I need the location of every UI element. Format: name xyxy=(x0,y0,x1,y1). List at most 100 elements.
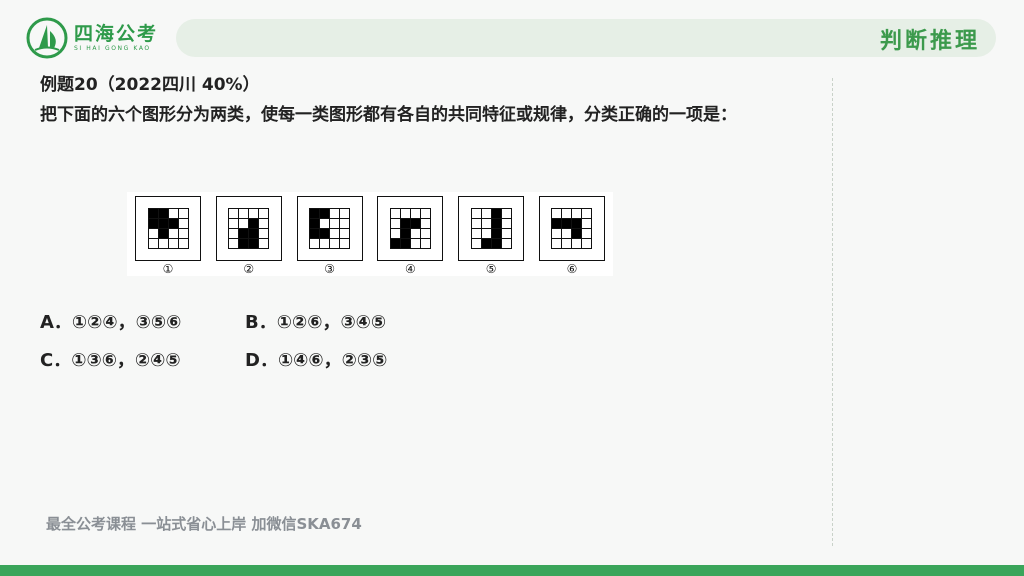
grid-cell-empty xyxy=(178,219,189,229)
figure-label: ⑤ xyxy=(485,262,497,276)
grid-cell-empty xyxy=(420,219,431,229)
grid-cell-empty xyxy=(552,209,563,219)
grid-cell-empty xyxy=(259,219,270,229)
grid-cell-empty xyxy=(229,219,240,229)
figure-4: ④ xyxy=(373,192,447,276)
grid-cell-empty xyxy=(330,209,341,219)
grid-cell-empty xyxy=(582,219,593,229)
grid-cell-empty xyxy=(229,229,240,239)
figure-3: ③ xyxy=(293,192,367,276)
grid-cell-empty xyxy=(168,229,179,239)
grid-cell-empty xyxy=(340,229,351,239)
grid-cell-empty xyxy=(178,209,189,219)
grid-cell-filled xyxy=(310,229,321,239)
grid-cell-empty xyxy=(249,209,260,219)
grid-cell-empty xyxy=(471,209,482,219)
figure-frame xyxy=(538,196,605,261)
grid-cell-empty xyxy=(168,209,179,219)
grid-cell-empty xyxy=(501,219,512,229)
header-bar: 判断推理 xyxy=(176,19,996,57)
grid-cell-filled xyxy=(410,219,421,229)
grid-cell-filled xyxy=(239,229,250,239)
grid-cell-empty xyxy=(239,209,250,219)
grid-cell-filled xyxy=(491,219,502,229)
grid-cell-empty xyxy=(310,239,321,249)
grid-cell-filled xyxy=(310,219,321,229)
grid-cell-empty xyxy=(259,229,270,239)
figure-grid xyxy=(147,208,189,249)
figure-label: ② xyxy=(243,262,255,276)
logo-title: 四海公考 xyxy=(74,23,159,45)
grid-cell-empty xyxy=(400,209,411,219)
grid-cell-empty xyxy=(552,229,563,239)
grid-cell-empty xyxy=(582,239,593,249)
brand-logo: 四海公考 SI HAI GONG KAO xyxy=(26,17,158,59)
grid-cell-empty xyxy=(158,239,169,249)
figure-frame xyxy=(215,196,282,261)
question-block: 例题20（2022四川 40%） 把下面的六个图形分为两类，使每一类图形都有各自… xyxy=(40,72,830,129)
grid-cell-empty xyxy=(582,209,593,219)
sail-logo-icon xyxy=(26,17,68,59)
grid-cell-filled xyxy=(390,239,401,249)
grid-cell-empty xyxy=(390,229,401,239)
grid-cell-filled xyxy=(249,239,260,249)
grid-cell-filled xyxy=(400,239,411,249)
grid-cell-empty xyxy=(562,229,573,239)
grid-cell-empty xyxy=(501,229,512,239)
grid-cell-empty xyxy=(178,239,189,249)
figure-5: ⑤ xyxy=(454,192,528,276)
option-c[interactable]: C．①③⑥，②④⑤ xyxy=(40,342,245,380)
grid-cell-filled xyxy=(148,219,159,229)
grid-cell-empty xyxy=(582,229,593,239)
figure-1: ① xyxy=(131,192,205,276)
grid-cell-empty xyxy=(501,239,512,249)
grid-cell-filled xyxy=(310,209,321,219)
grid-cell-empty xyxy=(168,239,179,249)
grid-cell-empty xyxy=(320,239,331,249)
figure-label: ⑥ xyxy=(566,262,578,276)
grid-cell-filled xyxy=(249,229,260,239)
grid-cell-empty xyxy=(410,229,421,239)
grid-cell-empty xyxy=(330,239,341,249)
grid-cell-empty xyxy=(471,219,482,229)
grid-cell-empty xyxy=(481,209,492,219)
grid-cell-filled xyxy=(239,239,250,249)
figure-label: ① xyxy=(162,262,174,276)
grid-cell-empty xyxy=(552,239,563,249)
figure-grid xyxy=(389,208,431,249)
figure-frame xyxy=(296,196,363,261)
grid-cell-empty xyxy=(390,209,401,219)
grid-cell-empty xyxy=(562,209,573,219)
question-heading: 例题20（2022四川 40%） xyxy=(40,75,260,95)
grid-cell-empty xyxy=(410,239,421,249)
figure-strip: ① ② ③ ④ ⑤ ⑥ xyxy=(127,192,613,276)
grid-cell-empty xyxy=(259,239,270,249)
grid-cell-filled xyxy=(572,229,583,239)
section-title: 判断推理 xyxy=(879,29,980,54)
grid-cell-empty xyxy=(239,219,250,229)
grid-cell-empty xyxy=(410,209,421,219)
grid-cell-filled xyxy=(491,209,502,219)
grid-cell-filled xyxy=(400,229,411,239)
grid-cell-filled xyxy=(491,239,502,249)
grid-cell-empty xyxy=(572,209,583,219)
promo-note: 最全公考课程 一站式省心上岸 加微信SKA674 xyxy=(46,515,362,533)
option-d[interactable]: D．①④⑥，②③⑤ xyxy=(245,342,450,380)
grid-cell-empty xyxy=(229,209,240,219)
vertical-divider xyxy=(832,78,833,546)
grid-cell-filled xyxy=(491,229,502,239)
grid-cell-empty xyxy=(471,229,482,239)
figure-frame xyxy=(377,196,444,261)
answer-options: A．①②④，③⑤⑥ B．①②⑥，③④⑤ C．①③⑥，②④⑤ D．①④⑥，②③⑤ xyxy=(40,304,450,380)
option-b[interactable]: B．①②⑥，③④⑤ xyxy=(245,304,450,342)
grid-cell-filled xyxy=(158,209,169,219)
grid-cell-empty xyxy=(259,209,270,219)
question-text: 把下面的六个图形分为两类，使每一类图形都有各自的共同特征或规律，分类正确的一项是… xyxy=(40,105,737,125)
figure-2: ② xyxy=(212,192,286,276)
option-a[interactable]: A．①②④，③⑤⑥ xyxy=(40,304,245,342)
grid-cell-empty xyxy=(390,219,401,229)
grid-cell-empty xyxy=(420,229,431,239)
grid-cell-filled xyxy=(320,209,331,219)
grid-cell-filled xyxy=(249,219,260,229)
grid-cell-empty xyxy=(340,209,351,219)
